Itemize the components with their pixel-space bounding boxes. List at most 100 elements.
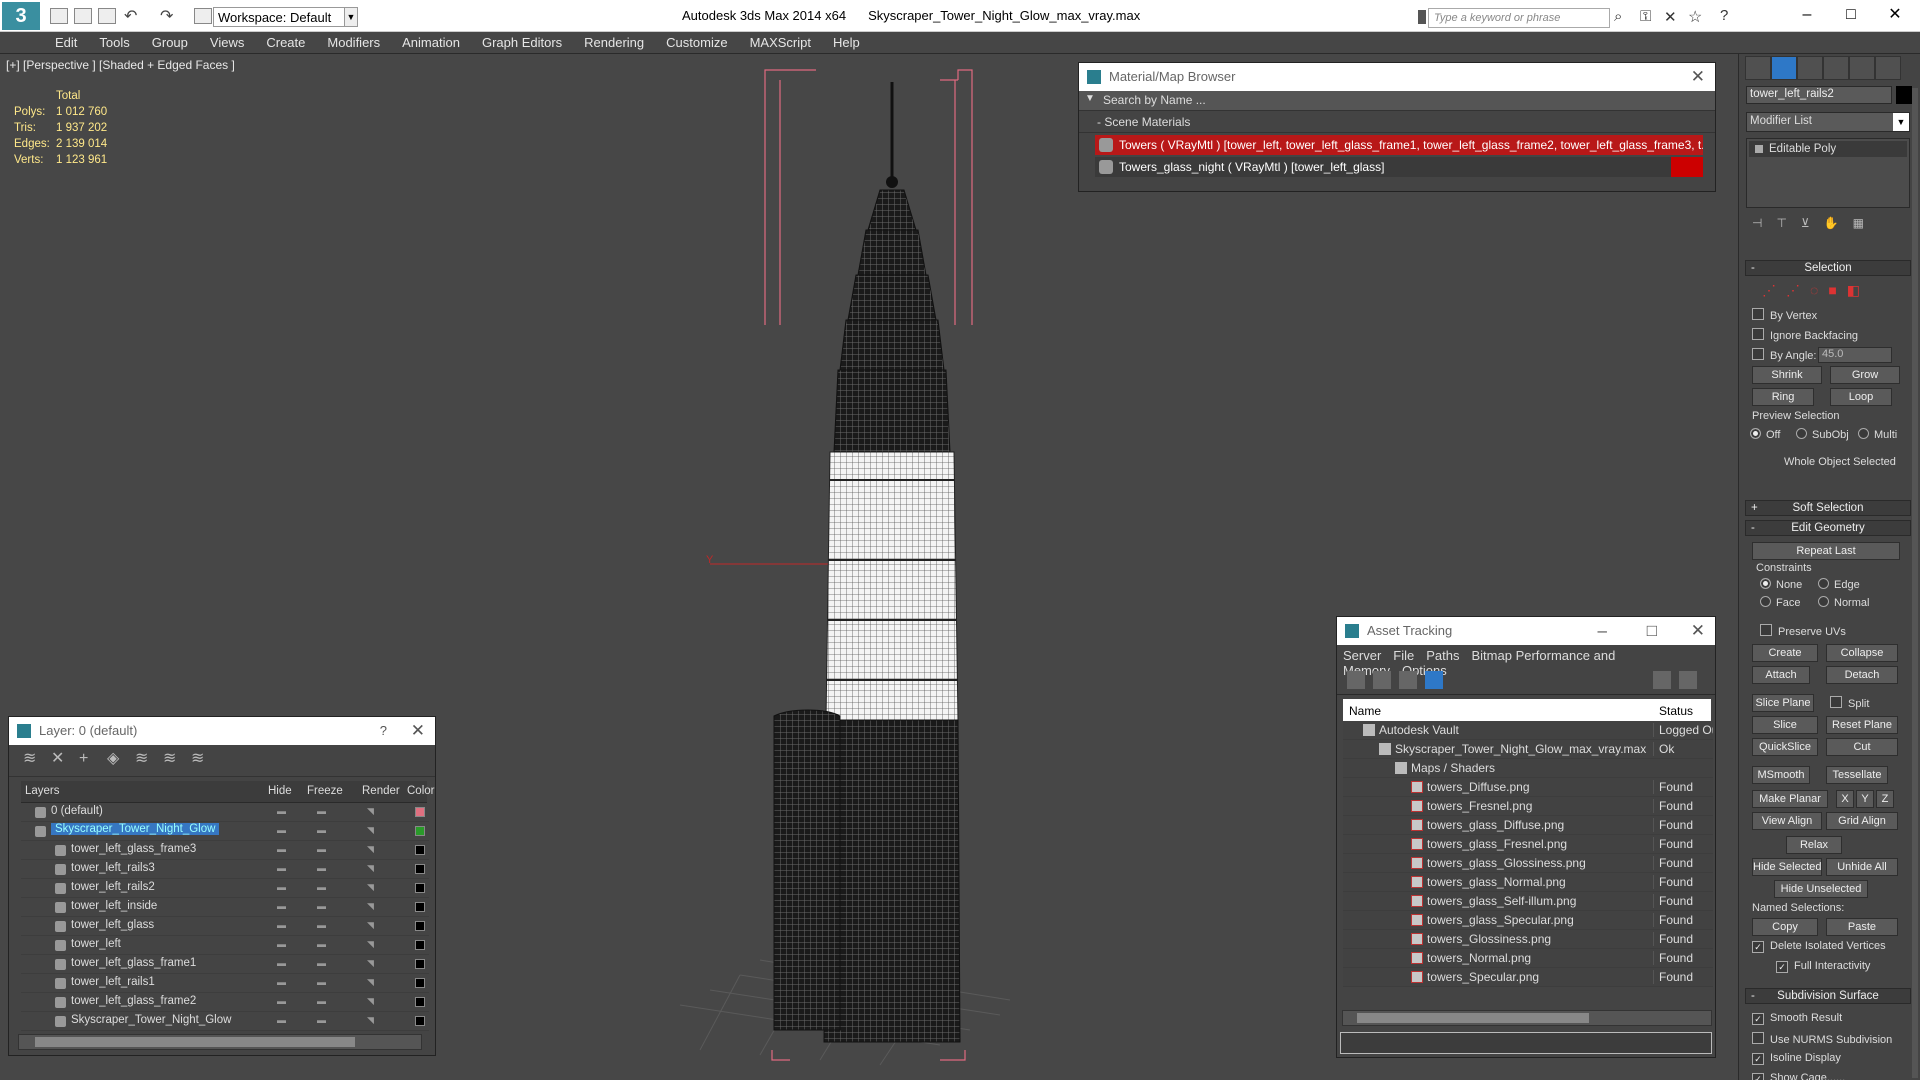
material-search-input[interactable]: ▼ Search by Name ... — [1079, 91, 1715, 111]
select-in-layer-icon[interactable]: ◈ — [107, 751, 123, 767]
hide-toggle[interactable]: ▬ — [277, 825, 286, 835]
layer-color-swatch[interactable] — [415, 826, 425, 836]
by-vertex-checkbox[interactable]: By Vertex — [1752, 308, 1817, 322]
msmooth-button[interactable]: MSmooth — [1752, 766, 1810, 784]
freeze-toggle[interactable]: ▬ — [317, 863, 326, 873]
slice-plane-button[interactable]: Slice Plane — [1752, 694, 1814, 712]
relax-button[interactable]: Relax — [1786, 836, 1842, 854]
maximize-icon[interactable]: □ — [1836, 4, 1866, 26]
utilities-tab-icon[interactable] — [1875, 56, 1901, 80]
asset-row[interactable]: Skyscraper_Tower_Night_Glow_max_vray.max… — [1343, 740, 1713, 759]
layer-window-titlebar[interactable]: Layer: 0 (default)? ✕ — [9, 717, 435, 745]
layer-name[interactable]: tower_left — [71, 938, 121, 950]
hierarchy-tab-icon[interactable] — [1797, 56, 1823, 80]
col-color[interactable]: Color — [407, 785, 434, 797]
asset-row[interactable]: towers_Diffuse.png Found — [1343, 778, 1713, 797]
add-layer-icon[interactable]: + — [79, 751, 95, 767]
layer-name[interactable]: 0 (default) — [51, 805, 103, 817]
render-toggle-icon[interactable]: ◥ — [367, 806, 374, 817]
tessellate-button[interactable]: Tessellate — [1826, 766, 1888, 784]
planar-x-button[interactable]: X — [1836, 790, 1854, 808]
constraint-normal-radio[interactable]: Normal — [1818, 596, 1869, 609]
object-color-swatch[interactable] — [1896, 86, 1912, 104]
modify-tab-icon[interactable] — [1771, 56, 1797, 80]
layer-row[interactable]: tower_left_glass ▬ ▬ ◥ — [21, 917, 429, 936]
close-icon[interactable]: ✕ — [1880, 4, 1910, 26]
create-tab-icon[interactable] — [1745, 56, 1771, 80]
freeze-toggle[interactable]: ▬ — [317, 939, 326, 949]
layer-row[interactable]: tower_left_rails2 ▬ ▬ ◥ — [21, 879, 429, 898]
render-toggle-icon[interactable]: ◥ — [367, 844, 374, 855]
scene-materials-section[interactable]: - Scene Materials — [1079, 115, 1715, 133]
hide-toggle[interactable]: ▬ — [277, 958, 286, 968]
layer-name[interactable]: tower_left_glass — [71, 919, 154, 931]
layer-row[interactable]: tower_left_glass_frame1 ▬ ▬ ◥ — [21, 955, 429, 974]
asset-row[interactable]: towers_glass_Diffuse.png Found — [1343, 816, 1713, 835]
asset-row[interactable]: towers_glass_Fresnel.png Found — [1343, 835, 1713, 854]
freeze-toggle[interactable]: ▬ — [317, 920, 326, 930]
render-toggle-icon[interactable]: ◥ — [367, 958, 374, 969]
refresh-icon[interactable] — [1347, 671, 1365, 689]
layer-row[interactable]: Skyscraper_Tower_Night_Glow ▬ ▬ ◥ — [21, 1012, 429, 1031]
freeze-toggle[interactable]: ▬ — [317, 1015, 326, 1025]
asset-row[interactable]: towers_Specular.png Found — [1343, 968, 1713, 987]
unhide-all-button[interactable]: Unhide All — [1826, 858, 1898, 876]
layer-row[interactable]: tower_left_glass_frame3 ▬ ▬ ◥ — [21, 841, 429, 860]
minimize-icon[interactable]: – — [1792, 4, 1822, 26]
layer-color-swatch[interactable] — [415, 1016, 425, 1026]
selection-rollout-header[interactable]: - Selection — [1745, 260, 1911, 276]
ignore-backfacing-checkbox[interactable]: Ignore Backfacing — [1752, 328, 1858, 342]
repeat-last-button[interactable]: Repeat Last — [1752, 542, 1900, 560]
freeze-toggle[interactable]: ▬ — [317, 958, 326, 968]
planar-y-button[interactable]: Y — [1856, 790, 1874, 808]
layer-color-swatch[interactable] — [415, 978, 425, 988]
layer-name[interactable]: tower_left_inside — [71, 900, 157, 912]
hide-toggle[interactable]: ▬ — [277, 863, 286, 873]
highlight-layer-icon[interactable]: ≋ — [135, 751, 151, 767]
freeze-toggle[interactable]: ▬ — [317, 806, 326, 816]
chevron-down-icon[interactable]: ▼ — [1893, 113, 1909, 131]
layer-row[interactable]: tower_left_rails1 ▬ ▬ ◥ — [21, 974, 429, 993]
hide-toggle[interactable]: ▬ — [277, 920, 286, 930]
hide-toggle[interactable]: ▬ — [277, 996, 286, 1006]
paste-button[interactable]: Paste — [1826, 918, 1898, 936]
reset-plane-button[interactable]: Reset Plane — [1826, 716, 1898, 734]
hide-selected-button[interactable]: Hide Selected — [1752, 858, 1822, 876]
soft-selection-rollout-header[interactable]: + Soft Selection — [1745, 500, 1911, 516]
asset-horizontal-scrollbar[interactable] — [1342, 1010, 1712, 1026]
subobject-level-icons[interactable]: ⋰⋰◌■◧ — [1762, 282, 1870, 299]
cut-button[interactable]: Cut — [1826, 738, 1898, 756]
slice-button[interactable]: Slice — [1752, 716, 1818, 734]
asset-tracking-titlebar[interactable]: Asset Tracking – □ ✕ — [1337, 617, 1715, 645]
layer-name[interactable]: Skyscraper_Tower_Night_Glow — [71, 1014, 231, 1026]
maximize-icon[interactable]: □ — [1647, 617, 1657, 645]
preview-subobj-radio[interactable]: SubObj — [1796, 428, 1849, 441]
layer-name[interactable]: tower_left_rails2 — [71, 881, 155, 893]
layer-color-swatch[interactable] — [415, 940, 425, 950]
freeze-toggle[interactable]: ▬ — [317, 996, 326, 1006]
edit-geometry-rollout-header[interactable]: - Edit Geometry — [1745, 520, 1911, 536]
hide-toggle[interactable]: ▬ — [277, 939, 286, 949]
layer-color-swatch[interactable] — [415, 864, 425, 874]
material-browser-titlebar[interactable]: Material/Map Browser ✕ — [1079, 63, 1715, 91]
asset-menu-server[interactable]: Server — [1343, 648, 1381, 663]
asset-row[interactable]: Autodesk Vault Logged Ou — [1343, 721, 1713, 740]
layer-color-swatch[interactable] — [415, 921, 425, 931]
preserve-uvs-checkbox[interactable]: Preserve UVs — [1760, 624, 1846, 638]
asset-row[interactable]: towers_Fresnel.png Found — [1343, 797, 1713, 816]
detach-button[interactable]: Detach — [1826, 666, 1898, 684]
list-view-icon[interactable] — [1373, 671, 1391, 689]
close-icon[interactable]: ✕ — [1691, 617, 1705, 645]
layer-row[interactable]: tower_left_inside ▬ ▬ ◥ — [21, 898, 429, 917]
create-button[interactable]: Create — [1752, 644, 1818, 662]
smooth-result-checkbox[interactable]: Smooth Result — [1752, 1012, 1842, 1025]
render-toggle-icon[interactable]: ◥ — [367, 920, 374, 931]
object-name-field[interactable]: tower_left_rails2 — [1746, 86, 1892, 104]
layer-name[interactable]: Skyscraper_Tower_Night_Glow — [51, 823, 220, 835]
hide-all-icon[interactable]: ≋ — [163, 751, 179, 767]
hide-unselected-button[interactable]: Hide Unselected — [1774, 880, 1868, 898]
layer-color-swatch[interactable] — [415, 883, 425, 893]
render-toggle-icon[interactable]: ◥ — [367, 939, 374, 950]
render-toggle-icon[interactable]: ◥ — [367, 863, 374, 874]
delete-layer-icon[interactable]: ✕ — [51, 751, 67, 767]
